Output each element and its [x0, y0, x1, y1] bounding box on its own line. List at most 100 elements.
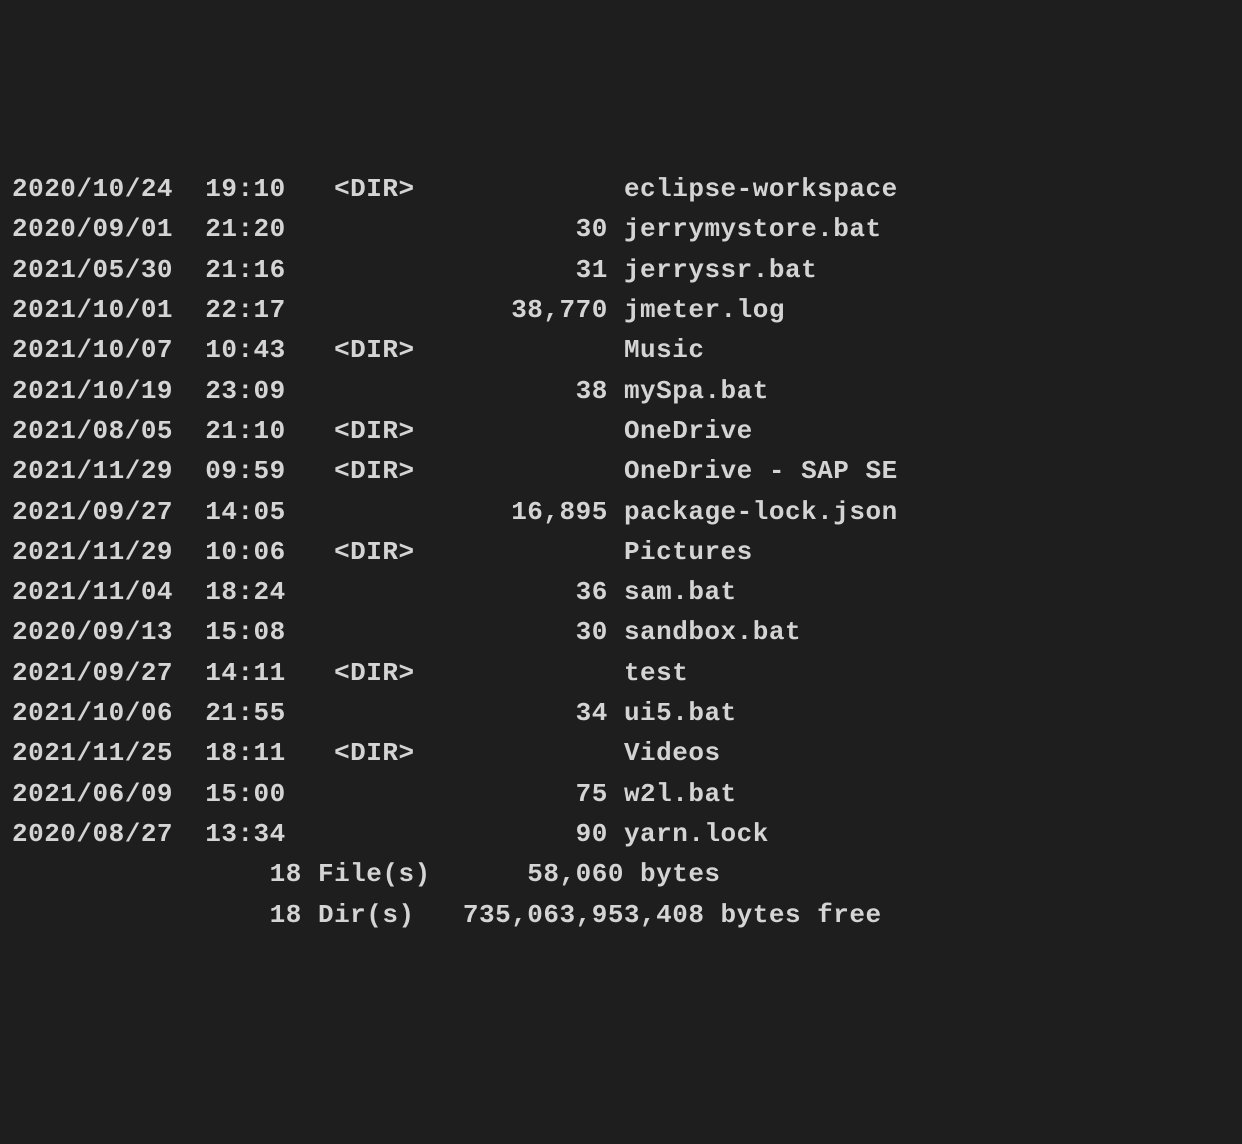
- entry-dir-marker: <DIR>: [334, 456, 463, 486]
- entry-time: 21:55: [205, 698, 334, 728]
- entry-name: Videos: [624, 738, 721, 768]
- entry-time: 10:43: [205, 335, 334, 365]
- entry-dir-marker: [334, 698, 463, 728]
- entry-time: 21:16: [205, 255, 334, 285]
- entry-size: 38: [463, 376, 608, 406]
- entry-name: test: [624, 658, 688, 688]
- entry-dir-marker: <DIR>: [334, 537, 463, 567]
- entry-date: 2021/10/06: [12, 698, 205, 728]
- dir-entry-row: 2021/05/30 21:16 31 jerryssr.bat: [12, 250, 1230, 290]
- entry-name: package-lock.json: [624, 497, 898, 527]
- entry-dir-marker: <DIR>: [334, 416, 463, 446]
- entry-dir-marker: [334, 295, 463, 325]
- entry-dir-marker: [334, 376, 463, 406]
- entry-date: 2021/09/27: [12, 497, 205, 527]
- entry-dir-marker: <DIR>: [334, 738, 463, 768]
- entry-date: 2021/08/05: [12, 416, 205, 446]
- entry-size: 34: [463, 698, 608, 728]
- entry-size: 36: [463, 577, 608, 607]
- entry-size: 75: [463, 779, 608, 809]
- entry-name: jerryssr.bat: [624, 255, 817, 285]
- entry-dir-marker: [334, 214, 463, 244]
- entry-size: 30: [463, 214, 608, 244]
- entry-dir-marker: [334, 617, 463, 647]
- entry-time: 23:09: [205, 376, 334, 406]
- entry-name: w2l.bat: [624, 779, 737, 809]
- dir-entry-row: 2021/06/09 15:00 75 w2l.bat: [12, 774, 1230, 814]
- entry-name: sandbox.bat: [624, 617, 801, 647]
- entry-date: 2021/11/29: [12, 537, 205, 567]
- entry-date: 2020/09/01: [12, 214, 205, 244]
- file-bytes: 58,060 bytes: [431, 859, 721, 889]
- entry-date: 2020/10/24: [12, 174, 205, 204]
- dir-entry-row: 2020/09/01 21:20 30 jerrymystore.bat: [12, 209, 1230, 249]
- entry-time: 15:08: [205, 617, 334, 647]
- dir-entry-row: 2020/09/13 15:08 30 sandbox.bat: [12, 612, 1230, 652]
- dir-entry-row: 2021/10/19 23:09 38 mySpa.bat: [12, 371, 1230, 411]
- entry-size: [463, 335, 608, 365]
- entry-name: eclipse-workspace: [624, 174, 898, 204]
- entry-size: 90: [463, 819, 608, 849]
- entry-time: 21:20: [205, 214, 334, 244]
- entry-dir-marker: [334, 577, 463, 607]
- dir-entry-row: 2021/09/27 14:05 16,895 package-lock.jso…: [12, 492, 1230, 532]
- terminal-output: 2020/10/24 19:10 <DIR> eclipse-workspace…: [12, 169, 1230, 935]
- file-label: File(s): [318, 859, 431, 889]
- entry-dir-marker: <DIR>: [334, 335, 463, 365]
- entry-name: sam.bat: [624, 577, 737, 607]
- entry-name: yarn.lock: [624, 819, 769, 849]
- summary-files-row: 18 File(s) 58,060 bytes: [12, 854, 1230, 894]
- entry-dir-marker: <DIR>: [334, 174, 463, 204]
- entry-name: jmeter.log: [624, 295, 785, 325]
- entry-date: 2021/09/27: [12, 658, 205, 688]
- entry-size: [463, 738, 608, 768]
- entry-time: 15:00: [205, 779, 334, 809]
- entry-date: 2021/11/04: [12, 577, 205, 607]
- dir-count: 18: [254, 900, 302, 930]
- file-count: 18: [254, 859, 302, 889]
- entry-name: ui5.bat: [624, 698, 737, 728]
- entry-time: 10:06: [205, 537, 334, 567]
- dir-entry-row: 2020/10/24 19:10 <DIR> eclipse-workspace: [12, 169, 1230, 209]
- entry-size: 16,895: [463, 497, 608, 527]
- entry-date: 2021/10/07: [12, 335, 205, 365]
- entry-time: 13:34: [205, 819, 334, 849]
- dir-entry-row: 2021/10/01 22:17 38,770 jmeter.log: [12, 290, 1230, 330]
- entry-time: 14:11: [205, 658, 334, 688]
- dir-entry-row: 2021/11/25 18:11 <DIR> Videos: [12, 733, 1230, 773]
- dir-entry-row: 2021/11/04 18:24 36 sam.bat: [12, 572, 1230, 612]
- entry-dir-marker: [334, 255, 463, 285]
- entry-size: 31: [463, 255, 608, 285]
- entry-name: OneDrive - SAP SE: [624, 456, 898, 486]
- summary-dirs-row: 18 Dir(s) 735,063,953,408 bytes free: [12, 895, 1230, 935]
- entry-name: Pictures: [624, 537, 753, 567]
- dir-bytes: 735,063,953,408 bytes free: [431, 900, 882, 930]
- entry-date: 2021/06/09: [12, 779, 205, 809]
- dir-entry-row: 2021/10/06 21:55 34 ui5.bat: [12, 693, 1230, 733]
- entry-dir-marker: [334, 779, 463, 809]
- entry-dir-marker: [334, 497, 463, 527]
- dir-label: Dir(s): [318, 900, 431, 930]
- entry-size: 38,770: [463, 295, 608, 325]
- entry-dir-marker: <DIR>: [334, 658, 463, 688]
- entry-date: 2020/08/27: [12, 819, 205, 849]
- entry-name: Music: [624, 335, 705, 365]
- dir-entry-row: 2021/09/27 14:11 <DIR> test: [12, 653, 1230, 693]
- entry-time: 21:10: [205, 416, 334, 446]
- entry-name: mySpa.bat: [624, 376, 769, 406]
- entry-name: OneDrive: [624, 416, 753, 446]
- entry-time: 18:24: [205, 577, 334, 607]
- dir-entry-row: 2021/11/29 10:06 <DIR> Pictures: [12, 532, 1230, 572]
- entry-date: 2020/09/13: [12, 617, 205, 647]
- entry-time: 18:11: [205, 738, 334, 768]
- entry-date: 2021/11/25: [12, 738, 205, 768]
- entry-size: [463, 174, 608, 204]
- dir-entry-row: 2021/11/29 09:59 <DIR> OneDrive - SAP SE: [12, 451, 1230, 491]
- entry-date: 2021/10/01: [12, 295, 205, 325]
- entry-size: [463, 456, 608, 486]
- entry-size: [463, 416, 608, 446]
- entry-time: 22:17: [205, 295, 334, 325]
- entry-time: 19:10: [205, 174, 334, 204]
- entry-size: [463, 537, 608, 567]
- entry-time: 09:59: [205, 456, 334, 486]
